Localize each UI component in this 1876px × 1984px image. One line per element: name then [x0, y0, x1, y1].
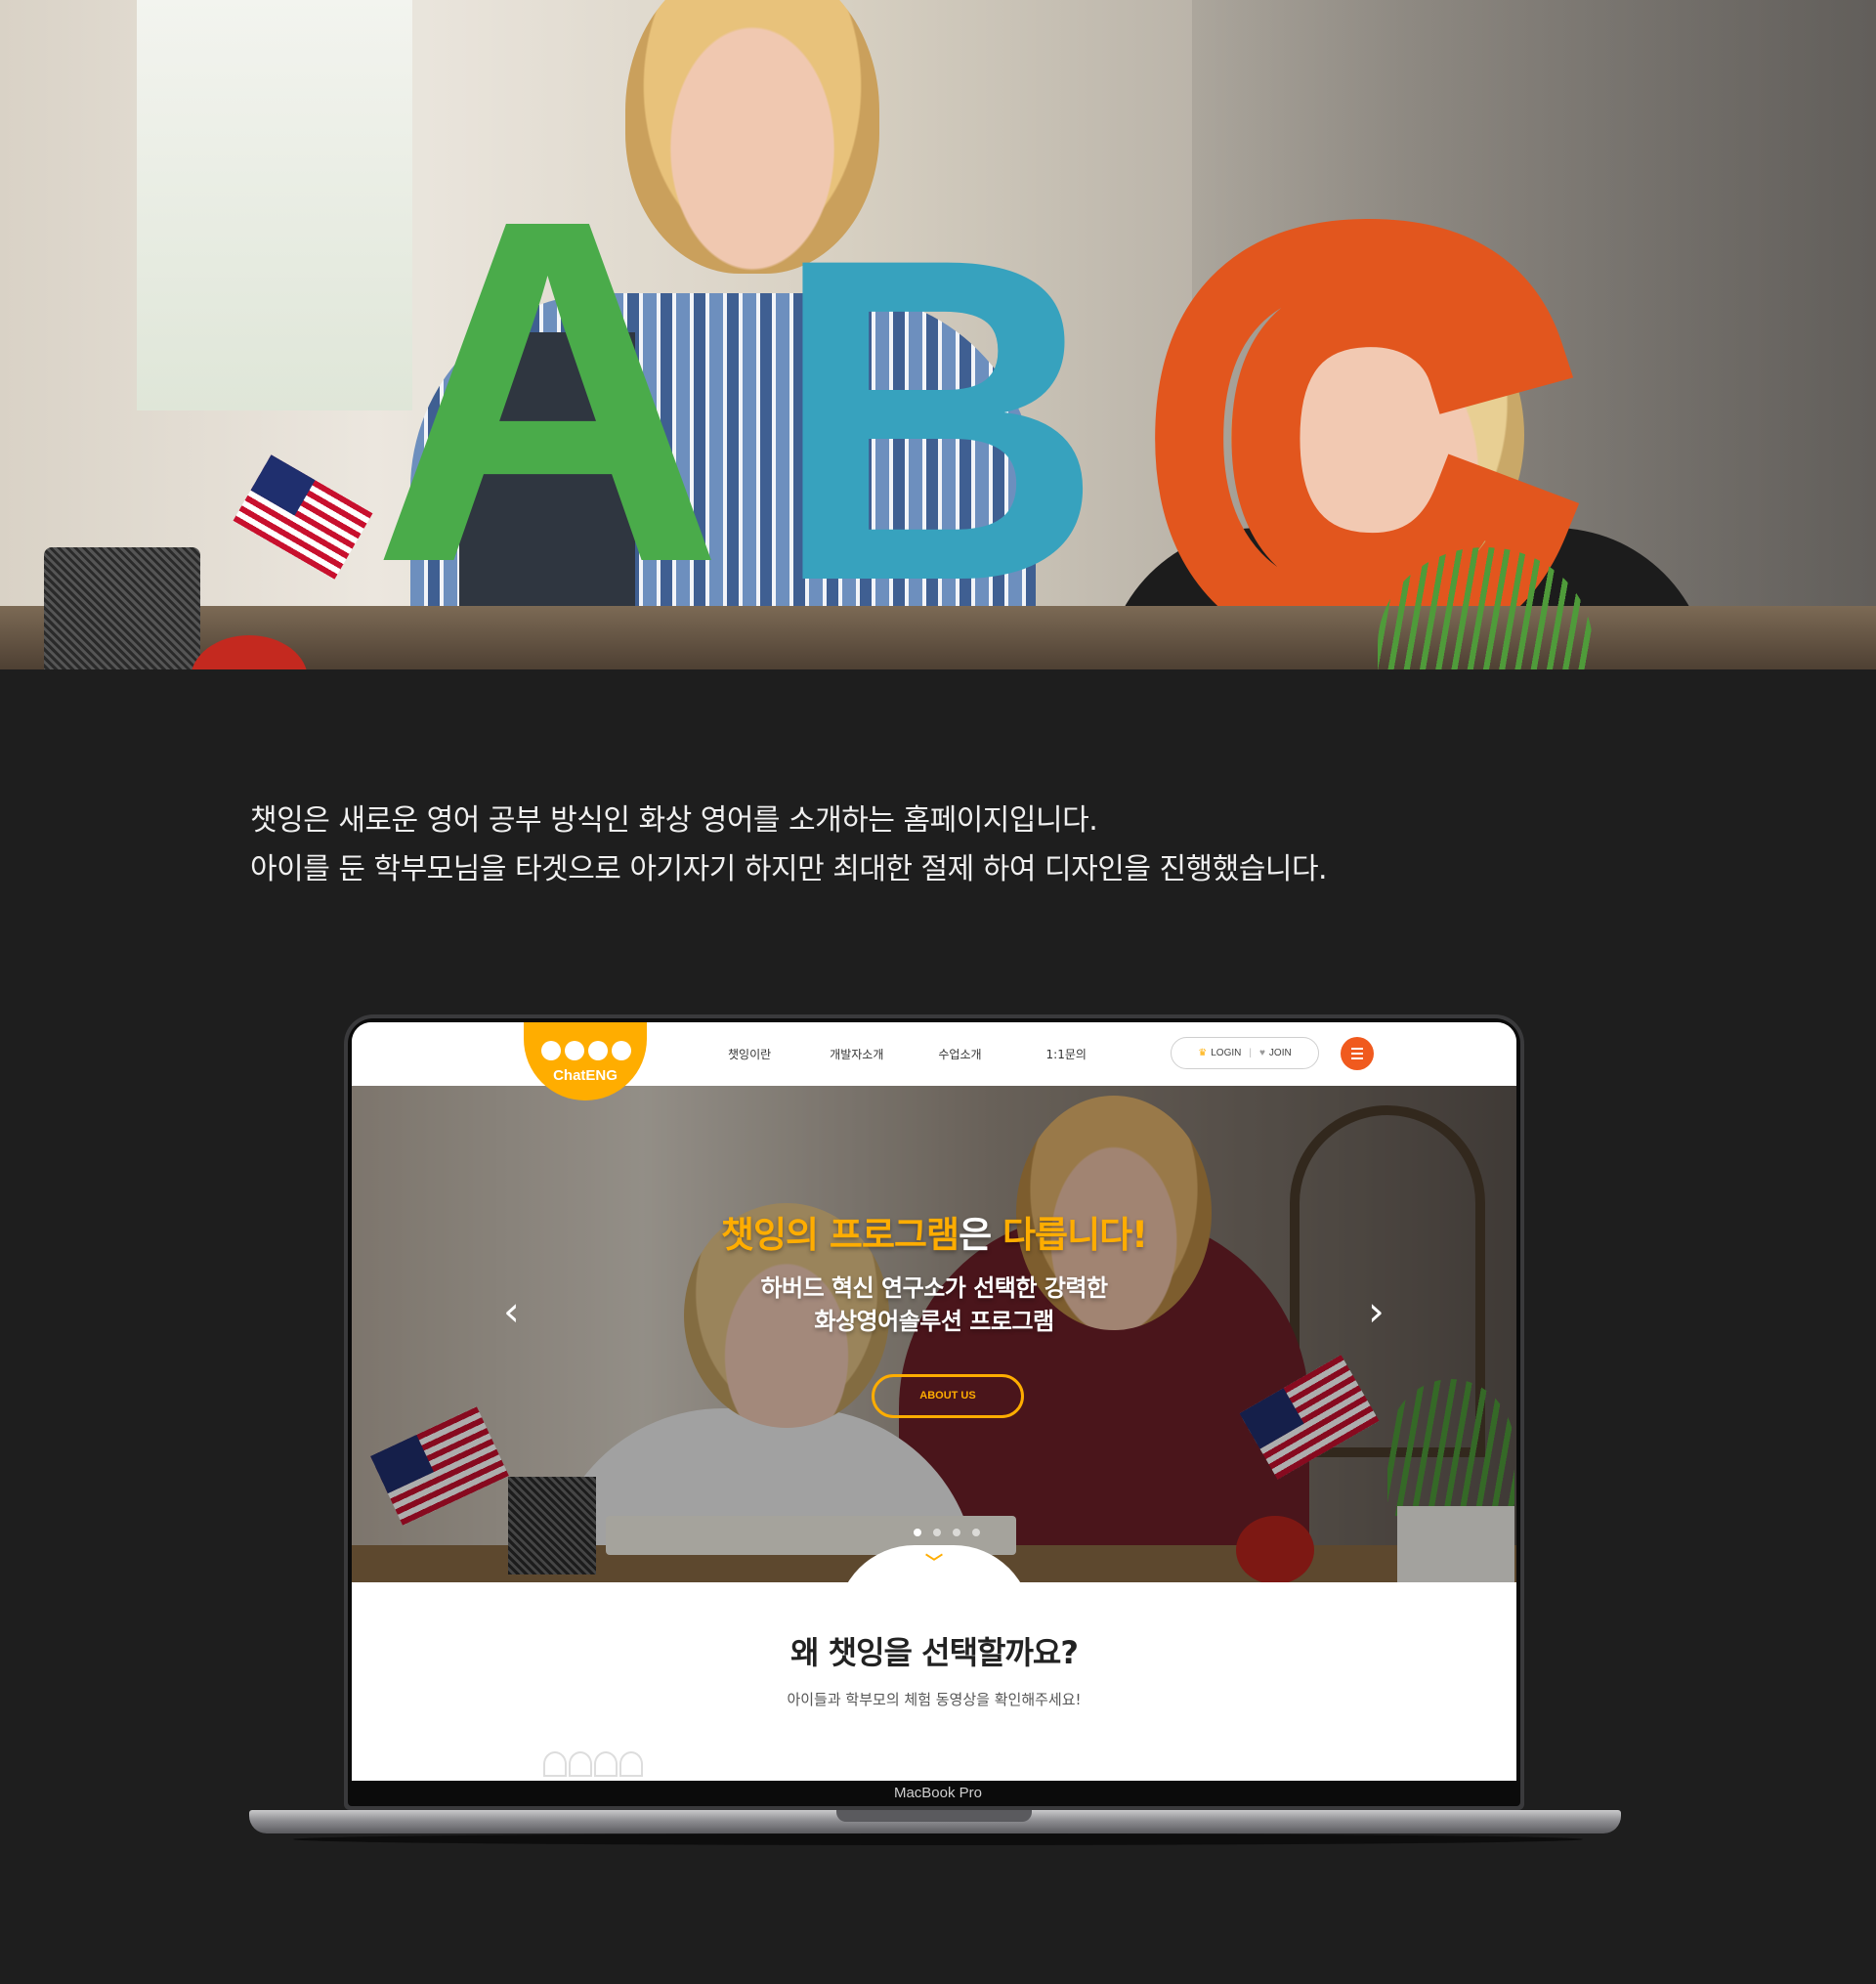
headline-plain: 은	[959, 1214, 1003, 1256]
logo-bubbles-icon	[541, 1041, 631, 1060]
main-nav: 챗잉이란 개발자소개 수업소개 1:1문의	[713, 1022, 1087, 1086]
slider-dot-4[interactable]	[972, 1529, 980, 1536]
login-link[interactable]: LOGIN	[1211, 1048, 1241, 1058]
hamburger-icon	[1351, 1048, 1363, 1050]
laptop-model-label: MacBook Pro	[893, 1785, 983, 1801]
about-us-button[interactable]: ABOUT US	[872, 1374, 1024, 1418]
prev-arrow-icon[interactable]: ‹	[503, 1291, 520, 1332]
nav-item-about-chateng[interactable]: 챗잉이란	[728, 1046, 771, 1062]
logo-text: ChatENG	[553, 1067, 618, 1084]
crown-icon: ♛	[1198, 1048, 1208, 1058]
hero-slider: 챗잉의 프로그램은 다릅니다! 하버드 혁신 연구소가 선택한 강력한 화상영어…	[352, 1086, 1516, 1582]
laptop-shadow	[293, 1833, 1583, 1845]
hero-photo: A B C	[0, 0, 1876, 669]
laptop-notch	[836, 1810, 1032, 1822]
pencil-cup	[44, 547, 200, 669]
join-link[interactable]: JOIN	[1269, 1048, 1292, 1058]
slider-headline: 챗잉의 프로그램은 다릅니다!	[352, 1205, 1516, 1258]
auth-divider: |	[1249, 1048, 1252, 1058]
children-faces-icon	[543, 1751, 643, 1777]
subline-1: 하버드 혁신 연구소가 선택한 강력한	[760, 1274, 1108, 1302]
headline-highlight-2: 다릅니다!	[1002, 1214, 1148, 1256]
headline-highlight-1: 챗잉의 프로그램	[720, 1214, 959, 1256]
nav-item-classes[interactable]: 수업소개	[938, 1046, 981, 1062]
site-header: ChatENG 챗잉이란 개발자소개 수업소개 1:1문의 ♛ LOGIN | …	[352, 1022, 1516, 1100]
subline-2: 화상영어솔루션 프로그램	[814, 1308, 1054, 1335]
slider-dot-3[interactable]	[953, 1529, 960, 1536]
slider-dot-1[interactable]	[914, 1529, 921, 1536]
chevron-down-icon[interactable]: ﹀	[352, 1555, 1516, 1573]
nav-item-inquiry[interactable]: 1:1문의	[1046, 1046, 1087, 1062]
slider-dot-2[interactable]	[933, 1529, 941, 1536]
letter-b: B	[772, 163, 1104, 669]
us-flag	[233, 454, 373, 580]
why-section-title: 왜 챗잉을 선택할까요?	[790, 1634, 1079, 1671]
letter-a: A	[371, 117, 725, 664]
slider-subline: 하버드 혁신 연구소가 선택한 강력한 화상영어솔루션 프로그램	[352, 1272, 1516, 1338]
next-arrow-icon[interactable]: ›	[1368, 1291, 1385, 1332]
heart-icon: ♥	[1258, 1048, 1265, 1058]
description-line-2: 아이를 둔 학부모님을 타겟으로 아기자기 하지만 최대한 절제 하여 디자인을…	[250, 852, 1328, 886]
hamburger-menu-button[interactable]	[1341, 1037, 1374, 1070]
project-description: 챗잉은 새로운 영어 공부 방식인 화상 영어를 소개하는 홈페이지입니다. 아…	[250, 797, 1618, 894]
auth-pill: ♛ LOGIN | ♥ JOIN	[1171, 1037, 1319, 1069]
nav-item-developers[interactable]: 개발자소개	[830, 1046, 883, 1062]
why-section-subtitle: 아이들과 학부모의 체험 동영상을 확인해주세요!	[787, 1691, 1082, 1708]
slider-pagination	[914, 1529, 980, 1536]
laptop-screen: 챗잉의 프로그램은 다릅니다! 하버드 혁신 연구소가 선택한 강력한 화상영어…	[352, 1022, 1516, 1781]
why-section: 왜 챗잉을 선택할까요? 아이들과 학부모의 체험 동영상을 확인해주세요!	[352, 1628, 1516, 1709]
description-line-1: 챗잉은 새로운 영어 공부 방식인 화상 영어를 소개하는 홈페이지입니다.	[250, 803, 1098, 838]
